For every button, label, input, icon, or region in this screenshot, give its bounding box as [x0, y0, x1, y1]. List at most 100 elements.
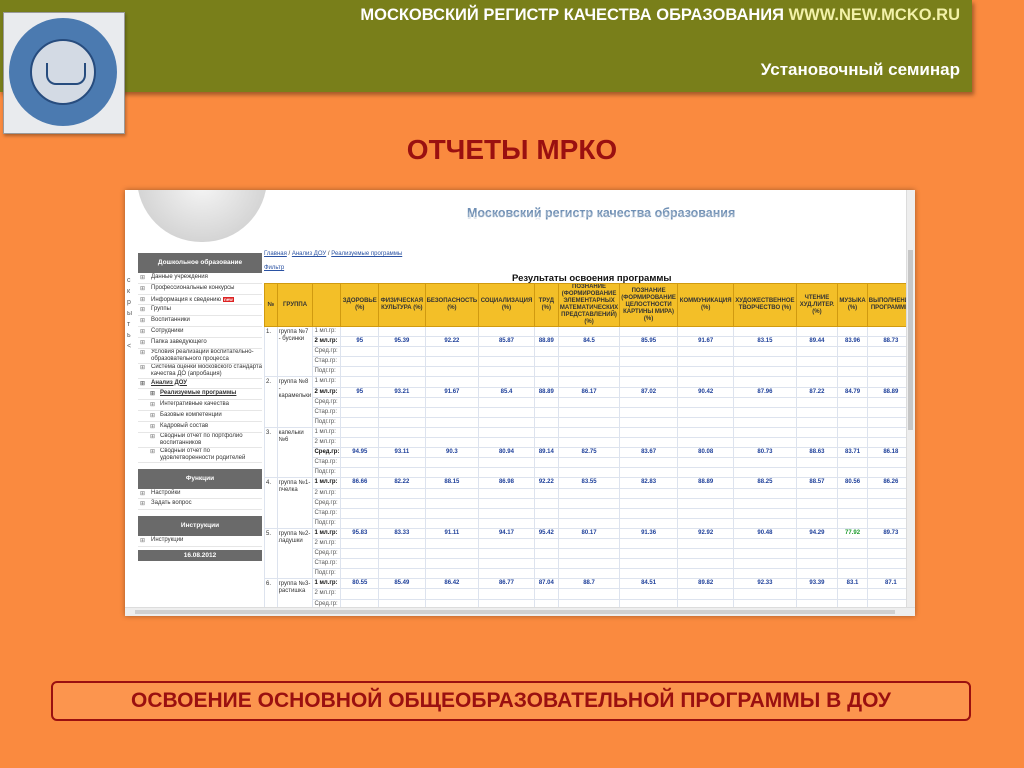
- sidebar-item[interactable]: ⊞ Задать вопрос: [138, 499, 262, 511]
- filter-link[interactable]: Фильтр: [264, 265, 284, 271]
- empty-cell: [378, 588, 426, 600]
- sidebar-item[interactable]: ⊞ Данные учреждения: [138, 273, 262, 284]
- empty-cell: [557, 548, 621, 560]
- sidebar-item[interactable]: ⊞ Профессиональные конкурсы: [138, 284, 262, 295]
- value-cell: 85.87: [478, 336, 535, 348]
- table-row: Стар.гр:: [265, 406, 915, 418]
- value-cell: 80.17: [557, 527, 621, 539]
- empty-cell: [837, 416, 868, 428]
- table-row: Стар.гр:: [265, 507, 915, 519]
- sidebar-item[interactable]: ⊞ Анализ ДОУ: [138, 379, 262, 390]
- breadcrumb-link[interactable]: Анализ ДОУ: [292, 251, 326, 257]
- group-name[interactable]: группа №8 - карамельки: [276, 376, 314, 428]
- empty-cell: [677, 517, 735, 529]
- column-header[interactable]: КОММУНИКАЦИЯ (%): [677, 283, 735, 327]
- sidebar-item[interactable]: ⊞ Инструкции: [138, 536, 262, 547]
- value-cell: 85.4: [478, 386, 535, 398]
- expand-plus-icon: ⊞: [150, 402, 156, 409]
- collapse-sidebar-toggle[interactable]: с к р ы т ь <: [127, 275, 132, 352]
- value-cell: 84.79: [837, 386, 868, 398]
- empty-cell: [733, 487, 797, 499]
- column-header[interactable]: МУЗЫКА (%): [837, 283, 868, 327]
- sidebar-item[interactable]: ⊞ Кадровый состав: [138, 422, 262, 433]
- sidebar-item[interactable]: ⊞ Сводный отчет по портфолио воспитаннико…: [138, 433, 262, 448]
- row-number: 4.: [264, 477, 278, 529]
- sidebar-item[interactable]: ⊞ Базовые компетенции: [138, 411, 262, 422]
- table-row: Подг.гр:: [265, 366, 915, 378]
- column-header[interactable]: ПОЗНАНИЕ (ФОРМИРОВАНИЕ ЭЛЕМЕНТАРНЫХ МАТЕ…: [557, 283, 621, 327]
- empty-cell: [733, 588, 797, 600]
- value-cell: 90.42: [677, 386, 735, 398]
- age-level: 2 мл.гр:: [312, 588, 342, 600]
- column-header[interactable]: БЕЗОПАСНОСТЬ (%): [424, 283, 480, 327]
- empty-cell: [677, 426, 735, 439]
- sidebar-item[interactable]: ⊞ Реализуемые программы: [138, 389, 262, 401]
- sidebar-item[interactable]: ⊞ Сводный отчет по удовлетворенности роди…: [138, 448, 262, 463]
- sidebar-item-label: Воспитанники: [151, 317, 190, 324]
- empty-cell: [424, 588, 480, 600]
- column-header[interactable]: СОЦИАЛИЗАЦИЯ (%): [478, 283, 535, 327]
- scrollbar-thumb[interactable]: [135, 610, 895, 614]
- value-cell: 90.3: [424, 447, 480, 459]
- group-name[interactable]: группа №1- пчелка: [276, 477, 314, 529]
- sidebar-item[interactable]: ⊞ Настройки: [138, 489, 262, 500]
- empty-cell: [424, 497, 480, 509]
- empty-cell: [533, 467, 559, 479]
- results-table: № ГРУППА ЗДОРОВЬЕ (%) ФИЗИЧЕСКАЯ КУЛЬТУРА (…: [264, 283, 915, 616]
- group-name[interactable]: группа №2- ладушки: [276, 527, 314, 580]
- column-header[interactable]: ТРУД (%): [533, 283, 559, 327]
- empty-cell: [619, 517, 679, 529]
- sidebar-item[interactable]: ⊞ Папка заведующего: [138, 338, 262, 349]
- column-header[interactable]: №: [264, 283, 278, 327]
- sidebar-item[interactable]: ⊞ Интегративные качества: [138, 400, 262, 411]
- column-header[interactable]: ЗДОРОВЬЕ (%): [340, 283, 380, 327]
- banner-title: МОСКОВСКИЙ РЕГИСТР КАЧЕСТВА ОБРАЗОВАНИЯ …: [360, 6, 960, 25]
- expand-plus-icon: ⊞: [150, 448, 156, 455]
- value-cell: 88.57: [795, 477, 839, 489]
- scrollbar-thumb[interactable]: [908, 250, 913, 430]
- empty-cell: [340, 457, 380, 469]
- group-name[interactable]: капельки №6: [276, 426, 314, 479]
- horizontal-scrollbar[interactable]: [125, 607, 915, 616]
- age-level: 2 мл.гр:: [312, 487, 342, 499]
- value-cell: 88.25: [733, 477, 797, 489]
- empty-cell: [837, 507, 868, 519]
- banner-url[interactable]: WWW.NEW.MCKO.RU: [789, 6, 960, 24]
- empty-cell: [677, 346, 735, 358]
- column-header[interactable]: ФИЗИЧЕСКАЯ КУЛЬТУРА (%): [378, 283, 426, 327]
- empty-cell: [378, 356, 426, 368]
- empty-cell: [378, 568, 426, 580]
- value-cell: 83.67: [619, 447, 679, 459]
- sidebar-item[interactable]: ⊞ Система оценки московского стандарта ка…: [138, 364, 262, 379]
- table-row: Подг.гр:: [265, 467, 915, 479]
- vertical-scrollbar[interactable]: [906, 190, 915, 608]
- empty-cell: [795, 396, 839, 408]
- empty-cell: [340, 497, 380, 509]
- column-header[interactable]: ПОЗНАНИЕ (ФОРМИРОВАНИЕ ЦЕЛОСТНОСТИ КАРТИ…: [619, 283, 679, 327]
- sidebar-item[interactable]: ⊞ Сотрудники: [138, 327, 262, 338]
- column-header[interactable]: [312, 283, 342, 327]
- age-level: 1 мл.гр:: [312, 578, 342, 590]
- column-header[interactable]: ГРУППА: [276, 283, 314, 327]
- column-header[interactable]: ЧТЕНИЕ ХУД.ЛИТЕР. (%): [795, 283, 839, 327]
- empty-cell: [533, 588, 559, 600]
- empty-cell: [340, 406, 380, 418]
- sidebar-item[interactable]: ⊞ Группы: [138, 305, 262, 317]
- value-cell: 90.48: [733, 527, 797, 539]
- sidebar-item[interactable]: ⊞ Информация к сведению new: [138, 295, 262, 306]
- toggle-letter: ь: [127, 332, 131, 339]
- column-header[interactable]: ХУДОЖЕСТВЕННОЕ ТВОРЧЕСТВО (%): [733, 283, 797, 327]
- empty-cell: [424, 325, 480, 338]
- toggle-letter: с: [127, 277, 131, 284]
- empty-cell: [733, 437, 797, 449]
- sidebar-item[interactable]: ⊞ Воспитанники: [138, 316, 262, 327]
- sidebar-item[interactable]: ⊞ Условия реализации воспитательно-образо…: [138, 349, 262, 364]
- breadcrumb-link[interactable]: Главная: [264, 251, 287, 257]
- group-name[interactable]: группа №7 - бусинки: [276, 325, 314, 378]
- empty-cell: [340, 376, 380, 388]
- row-number: 5.: [264, 527, 278, 580]
- breadcrumb-link[interactable]: Реализуемые программы: [331, 251, 402, 257]
- empty-cell: [424, 517, 480, 529]
- row-number: 3.: [264, 426, 278, 479]
- empty-cell: [557, 416, 621, 428]
